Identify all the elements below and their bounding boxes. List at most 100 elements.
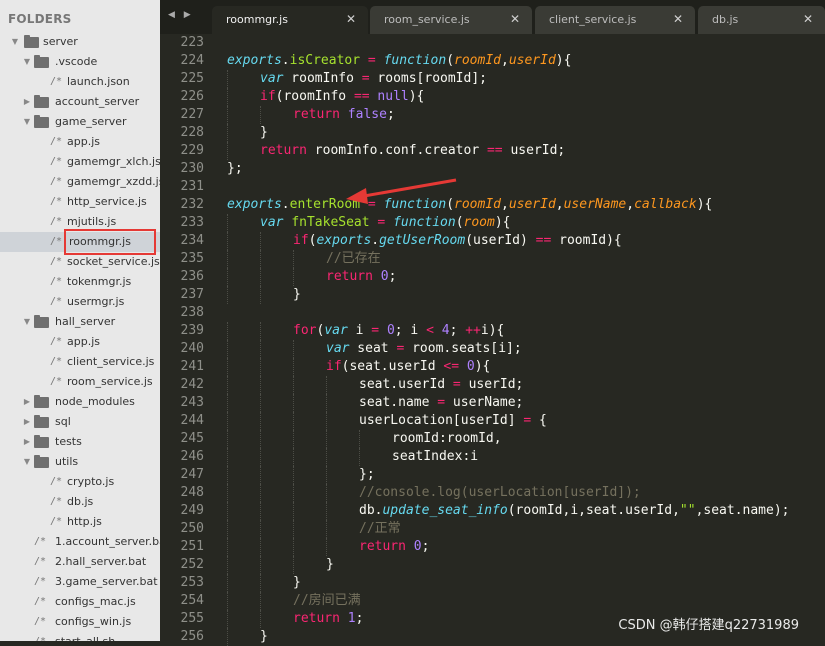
- tree-item-label: gamemgr_xlch.js: [67, 155, 160, 168]
- tree-folder[interactable]: ▶ node_modules: [0, 392, 160, 412]
- close-icon[interactable]: ✕: [510, 12, 520, 26]
- code-line[interactable]: return 0;: [227, 268, 789, 286]
- chevron-right-icon[interactable]: ▶: [22, 92, 32, 112]
- indent-guide: [293, 556, 326, 574]
- code-line[interactable]: }: [227, 124, 789, 142]
- code-line[interactable]: var fnTakeSeat = function(room){: [227, 214, 789, 232]
- tree-folder[interactable]: ▼ game_server: [0, 112, 160, 132]
- code-line[interactable]: var roomInfo = rooms[roomId];: [227, 70, 789, 88]
- indent-guide: [227, 484, 260, 502]
- code-line[interactable]: return 0;: [227, 538, 789, 556]
- code-line[interactable]: if(seat.userId <= 0){: [227, 358, 789, 376]
- indent-guide: [227, 250, 260, 268]
- code-line[interactable]: var seat = room.seats[i];: [227, 340, 789, 358]
- tree-file[interactable]: /* 3.game_server.bat: [0, 572, 160, 592]
- tree-file[interactable]: /* http.js: [0, 512, 160, 532]
- tree-file[interactable]: /* room_service.js: [0, 372, 160, 392]
- code-line[interactable]: }: [227, 286, 789, 304]
- tree-file[interactable]: /* usermgr.js: [0, 292, 160, 312]
- code-line[interactable]: [227, 304, 789, 322]
- tab-db-js[interactable]: db.js ✕: [698, 6, 825, 34]
- tree-folder[interactable]: ▶ sql: [0, 412, 160, 432]
- tab-nav-arrows-icon[interactable]: ◀ ▶: [168, 10, 194, 20]
- code-line[interactable]: //房间已满: [227, 592, 789, 610]
- tree-file[interactable]: /* http_service.js: [0, 192, 160, 212]
- chevron-right-icon[interactable]: ▶: [22, 432, 32, 452]
- code-line[interactable]: exports.isCreator = function(roomId,user…: [227, 52, 789, 70]
- code-token: if: [326, 359, 342, 374]
- tree-file[interactable]: /* client_service.js: [0, 352, 160, 372]
- code-area[interactable]: exports.isCreator = function(roomId,user…: [227, 34, 789, 646]
- code-editor[interactable]: 223 224 225 226 227 228 229 230 231 232 233 234 235 2…: [160, 34, 825, 646]
- tree-folder[interactable]: ▶ tests: [0, 432, 160, 452]
- tree-folder[interactable]: ▼ server: [0, 32, 160, 52]
- code-line[interactable]: //正常: [227, 520, 789, 538]
- close-icon[interactable]: ✕: [673, 12, 683, 26]
- indent-guide: [293, 538, 326, 556]
- code-line[interactable]: if(exports.getUserRoom(userId) == roomId…: [227, 232, 789, 250]
- code-line[interactable]: };: [227, 466, 789, 484]
- indent-guide: [227, 286, 260, 304]
- code-line[interactable]: for(var i = 0; i < 4; ++i){: [227, 322, 789, 340]
- chevron-right-icon[interactable]: ▶: [22, 392, 32, 412]
- tree-folder[interactable]: ▼ hall_server: [0, 312, 160, 332]
- code-line[interactable]: roomId:roomId,: [227, 430, 789, 448]
- code-line[interactable]: userLocation[userId] = {: [227, 412, 789, 430]
- file-comment-icon: /*: [34, 596, 47, 607]
- code-line[interactable]: [227, 34, 789, 52]
- code-line[interactable]: seat.name = userName;: [227, 394, 789, 412]
- code-line[interactable]: seatIndex:i: [227, 448, 789, 466]
- chevron-down-icon[interactable]: ▼: [22, 452, 32, 472]
- tree-file[interactable]: /* 2.hall_server.bat: [0, 552, 160, 572]
- code-line[interactable]: //console.log(userLocation[userId]);: [227, 484, 789, 502]
- code-line[interactable]: };: [227, 160, 789, 178]
- code-line[interactable]: if(roomInfo == null){: [227, 88, 789, 106]
- code-line[interactable]: }: [227, 556, 789, 574]
- chevron-right-icon[interactable]: ▶: [22, 412, 32, 432]
- code-line[interactable]: //已存在: [227, 250, 789, 268]
- code-line[interactable]: seat.userId = userId;: [227, 376, 789, 394]
- chevron-down-icon[interactable]: ▼: [22, 52, 32, 72]
- tree-file[interactable]: /* start_all.sh: [0, 632, 160, 641]
- chevron-down-icon[interactable]: ▼: [22, 112, 32, 132]
- code-line[interactable]: [227, 178, 789, 196]
- code-line[interactable]: exports.enterRoom = function(roomId,user…: [227, 196, 789, 214]
- close-icon[interactable]: ✕: [803, 12, 813, 26]
- folder-icon: [34, 115, 49, 128]
- tree-file[interactable]: /* roommgr.js: [0, 229, 160, 255]
- tree-file[interactable]: /* 1.account_server.bat: [0, 532, 160, 552]
- indent-guide: [227, 430, 260, 448]
- tree-file[interactable]: /* crypto.js: [0, 472, 160, 492]
- tree-file[interactable]: /* gamemgr_xzdd.js: [0, 172, 160, 192]
- code-token: (seat.userId: [341, 359, 444, 374]
- tree-file[interactable]: /* configs_win.js: [0, 612, 160, 632]
- tree-file[interactable]: /* socket_service.js: [0, 252, 160, 272]
- tab-client_service-js[interactable]: client_service.js ✕: [535, 6, 695, 34]
- tree-file[interactable]: /* launch.json: [0, 72, 160, 92]
- tab-roommgr-js[interactable]: roommgr.js ✕: [212, 6, 368, 34]
- code-line[interactable]: db.update_seat_info(roomId,i,seat.userId…: [227, 502, 789, 520]
- line-number: 227: [180, 107, 204, 122]
- tree-file[interactable]: /* gamemgr_xlch.js: [0, 152, 160, 172]
- tree-file[interactable]: /* configs_mac.js: [0, 592, 160, 612]
- tree-file[interactable]: /* app.js: [0, 132, 160, 152]
- line-number: 228: [180, 125, 204, 140]
- code-line[interactable]: return roomInfo.conf.creator == userId;: [227, 142, 789, 160]
- tree-folder[interactable]: ▶ account_server: [0, 92, 160, 112]
- chevron-down-icon[interactable]: ▼: [22, 312, 32, 332]
- tree-file[interactable]: /* tokenmgr.js: [0, 272, 160, 292]
- tree-file[interactable]: /* mjutils.js: [0, 212, 160, 232]
- code-token: update_seat_info: [382, 503, 508, 518]
- code-line[interactable]: }: [227, 574, 789, 592]
- tab-room_service-js[interactable]: room_service.js ✕: [370, 6, 532, 34]
- chevron-down-icon[interactable]: ▼: [10, 32, 20, 52]
- file-comment-icon: /*: [50, 176, 63, 187]
- tree-file[interactable]: /* app.js: [0, 332, 160, 352]
- code-line[interactable]: return false;: [227, 106, 789, 124]
- close-icon[interactable]: ✕: [346, 12, 356, 26]
- tree-folder[interactable]: ▼ .vscode: [0, 52, 160, 72]
- file-comment-icon: /*: [50, 256, 63, 267]
- code-token: }: [293, 575, 301, 590]
- tree-file[interactable]: /* db.js: [0, 492, 160, 512]
- tree-folder[interactable]: ▼ utils: [0, 452, 160, 472]
